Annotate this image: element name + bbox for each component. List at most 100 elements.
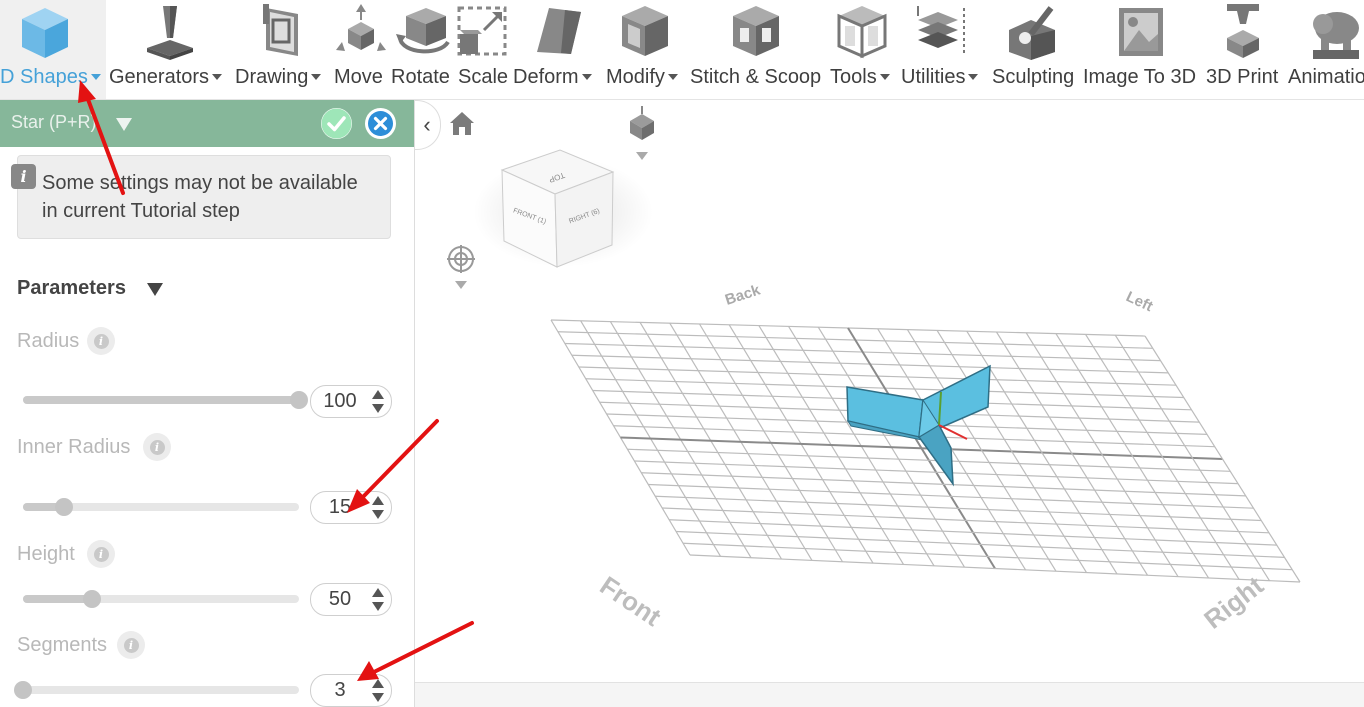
- radius-value[interactable]: 100: [311, 390, 369, 413]
- height-label: Height: [17, 543, 75, 565]
- grid-label-front: Front: [595, 570, 667, 632]
- radius-slider[interactable]: [23, 391, 308, 409]
- toolbar-item-3d-shapes[interactable]: D Shapes: [0, 0, 106, 99]
- tools-icon: [837, 6, 887, 59]
- toolbar-label: Sculpting: [992, 66, 1075, 88]
- move-icon: [336, 4, 386, 51]
- main-toolbar: D Shapes Generators Drawing Move Rotate …: [0, 0, 1364, 100]
- chevron-left-icon: ‹: [423, 112, 431, 137]
- toolbar-item-drawing[interactable]: Drawing: [233, 0, 333, 99]
- toolbar-label: Move: [334, 66, 383, 88]
- home-icon[interactable]: [450, 112, 474, 135]
- grid-label-back: Back: [723, 281, 763, 308]
- generator-icon: [147, 6, 193, 60]
- segments-label: Segments: [17, 634, 108, 656]
- toolbar-label: Scale: [458, 66, 509, 88]
- panel-header: Star (P+R): [0, 100, 414, 147]
- ground-grid: [550, 319, 1301, 583]
- properties-panel: Star (P+R) i Some settings may not be av…: [0, 100, 415, 707]
- increment-icon[interactable]: [372, 588, 384, 597]
- toolbar-label: Generators: [109, 66, 210, 88]
- help-icon[interactable]: i: [87, 327, 115, 355]
- panel-title[interactable]: Star (P+R): [11, 112, 97, 133]
- scene-canvas[interactable]: Back Left Front Right TOP FRONT (1) RIGH…: [415, 100, 1364, 707]
- radius-label: Radius: [17, 330, 80, 352]
- modify-icon: [622, 6, 668, 56]
- toolbar-item-move[interactable]: Move: [334, 0, 390, 99]
- decrement-icon[interactable]: [372, 693, 384, 702]
- toolbar-item-modify[interactable]: Modify: [604, 0, 688, 99]
- inner-radius-slider[interactable]: [23, 498, 299, 516]
- toolbar-item-tools[interactable]: Tools: [829, 0, 899, 99]
- decrement-icon[interactable]: [372, 404, 384, 413]
- animation-icon: [1313, 12, 1359, 59]
- image-to-3d-icon: [1119, 8, 1163, 56]
- slider-thumb[interactable]: [14, 681, 32, 699]
- grid-line: [683, 542, 1293, 571]
- inner-radius-stepper[interactable]: 15: [310, 491, 392, 524]
- toolbar-label: Rotate: [391, 66, 450, 88]
- tutorial-info-box: i Some settings may not be available in …: [11, 155, 391, 239]
- help-icon[interactable]: i: [143, 433, 171, 461]
- toolbar-item-utilities[interactable]: Utilities: [900, 0, 988, 99]
- toolbar-item-3d-print[interactable]: 3D Print: [1205, 0, 1285, 99]
- grid-label-left: Left: [1123, 288, 1155, 315]
- grid-line: [676, 530, 1285, 558]
- toolbar-label: Deform: [513, 66, 579, 88]
- decrement-icon[interactable]: [372, 602, 384, 611]
- toolbar-item-generators[interactable]: Generators: [107, 0, 231, 99]
- cancel-button[interactable]: [365, 108, 396, 139]
- increment-icon[interactable]: [372, 390, 384, 399]
- grid-line: [1144, 335, 1301, 583]
- orbit-icon[interactable]: [447, 245, 475, 289]
- sculpting-icon: [1009, 6, 1055, 60]
- increment-icon[interactable]: [372, 679, 384, 688]
- decrement-icon[interactable]: [372, 510, 384, 519]
- toolbar-label: Tools: [830, 66, 877, 88]
- toolbar-item-sculpting[interactable]: Sculpting: [991, 0, 1079, 99]
- toolbar-label: Stitch & Scoop: [690, 66, 822, 88]
- view-mode-icon[interactable]: [630, 106, 654, 160]
- grid-line: [1055, 333, 1210, 579]
- slider-thumb[interactable]: [55, 498, 74, 516]
- toolbar-label: Drawing: [235, 66, 309, 88]
- scale-icon: [457, 6, 507, 56]
- help-icon[interactable]: i: [87, 540, 115, 568]
- confirm-button[interactable]: [321, 108, 352, 139]
- grid-line: [689, 554, 1301, 583]
- toolbar-item-rotate[interactable]: Rotate: [391, 0, 458, 99]
- star-shape[interactable]: [846, 364, 991, 487]
- slider-thumb[interactable]: [290, 391, 308, 409]
- height-slider[interactable]: [23, 590, 299, 608]
- toolbar-item-image-to-3d[interactable]: Image To 3D: [1082, 0, 1202, 99]
- chevron-down-icon[interactable]: [147, 283, 163, 296]
- increment-icon[interactable]: [372, 496, 384, 505]
- cube-icon: [22, 8, 68, 58]
- slider-thumb[interactable]: [83, 590, 101, 608]
- toolbar-item-stitch-scoop[interactable]: Stitch & Scoop: [689, 0, 825, 99]
- parameters-heading[interactable]: Parameters: [17, 277, 126, 300]
- inner-radius-label: Inner Radius: [17, 436, 131, 458]
- stitch-scoop-icon: [733, 6, 779, 56]
- toolbar-item-deform[interactable]: Deform: [511, 0, 603, 99]
- toolbar-label: Modify: [606, 66, 665, 88]
- segments-value[interactable]: 3: [311, 679, 369, 702]
- toolbar-item-animation[interactable]: Animatio: [1287, 0, 1364, 99]
- radius-stepper[interactable]: 100: [310, 385, 392, 418]
- info-icon: i: [11, 164, 36, 189]
- 3d-viewport[interactable]: Back Left Front Right TOP FRONT (1) RIGH…: [415, 100, 1364, 707]
- toolbar-label: Utilities: [901, 66, 966, 88]
- chevron-down-icon[interactable]: [116, 118, 132, 131]
- viewport-footer: [415, 682, 1364, 707]
- segments-stepper[interactable]: 3: [310, 674, 392, 707]
- rotate-icon: [396, 8, 450, 54]
- close-icon: [365, 108, 396, 139]
- segments-slider[interactable]: [14, 681, 299, 699]
- height-stepper[interactable]: 50: [310, 583, 392, 616]
- toolbar-item-scale[interactable]: Scale: [457, 0, 510, 99]
- toolbar-label: Animatio: [1288, 66, 1364, 88]
- inner-radius-value[interactable]: 15: [311, 496, 369, 519]
- toolbar-label: D Shapes: [0, 66, 88, 88]
- help-icon[interactable]: i: [117, 631, 145, 659]
- height-value[interactable]: 50: [311, 588, 369, 611]
